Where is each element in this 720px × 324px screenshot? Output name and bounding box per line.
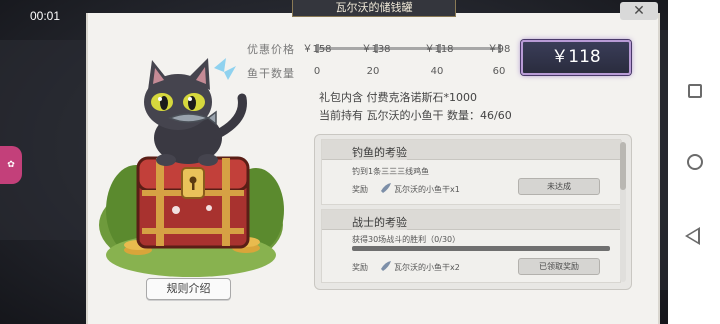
- dialog-title: 瓦尔沃的储钱罐: [292, 0, 456, 17]
- reward-item: 瓦尔沃的小鱼干x1: [394, 185, 460, 194]
- reward-item: 瓦尔沃的小鱼干x2: [394, 263, 460, 272]
- task-list-panel: 钓鱼的考验 钓到1条三三三线鸡鱼 奖励 瓦尔沃的小鱼干x1 未达成 战士的考验 …: [314, 134, 632, 290]
- task-description: 钓到1条三三三线鸡鱼: [352, 167, 430, 176]
- task-progress-bar: [352, 246, 610, 251]
- side-chat-badge[interactable]: ✿: [0, 146, 22, 184]
- reward-label: 奖励: [352, 263, 368, 272]
- fish-icon: [381, 261, 391, 271]
- task-card: 战士的考验 获得30场战斗的胜利（0/30） 奖励 瓦尔沃的小鱼干x2 已领取奖…: [321, 209, 622, 283]
- status-time: 00:01: [30, 9, 61, 23]
- home-icon[interactable]: [687, 154, 703, 170]
- qty-step-4: 60: [492, 66, 506, 77]
- bundle-contents-text: 礼包内含 付费克洛诺斯石*1000: [319, 91, 477, 104]
- qty-step-3: 40: [430, 66, 444, 77]
- price-step-2: ￥138: [361, 44, 391, 55]
- backdrop-panel-left: [0, 40, 86, 240]
- task-title: 钓鱼的考验: [352, 144, 407, 160]
- task-title: 战士的考验: [352, 214, 407, 230]
- back-icon[interactable]: [685, 227, 700, 245]
- qty-step-2: 20: [366, 66, 380, 77]
- recent-apps-icon[interactable]: [688, 84, 702, 98]
- qty-step-1: 0: [313, 66, 321, 77]
- close-icon: ✕: [633, 3, 645, 19]
- rules-button[interactable]: 规则介绍: [146, 278, 231, 300]
- task-card: 钓鱼的考验 钓到1条三三三线鸡鱼 奖励 瓦尔沃的小鱼干x1 未达成: [321, 139, 622, 205]
- task-status-button[interactable]: 已领取奖励: [518, 258, 600, 275]
- reward-label: 奖励: [352, 185, 368, 194]
- purchase-price-button[interactable]: ￥118: [521, 40, 631, 75]
- task-scrollbar-thumb[interactable]: [620, 142, 626, 190]
- price-track-line: [317, 47, 501, 50]
- close-button[interactable]: ✕: [620, 2, 658, 20]
- price-step-3: ￥118: [424, 44, 454, 55]
- price-step-4: ￥98: [487, 44, 511, 55]
- cat-mascot: [99, 58, 284, 277]
- android-nav-bar: [668, 0, 720, 324]
- price-step-1: ￥158: [302, 44, 332, 55]
- task-status-button[interactable]: 未达成: [518, 178, 600, 195]
- fish-icon: [381, 183, 391, 193]
- task-description: 获得30场战斗的胜利（0/30）: [352, 235, 461, 244]
- holding-count-text: 当前持有 瓦尔沃的小鱼干 数量：46/60: [319, 109, 512, 122]
